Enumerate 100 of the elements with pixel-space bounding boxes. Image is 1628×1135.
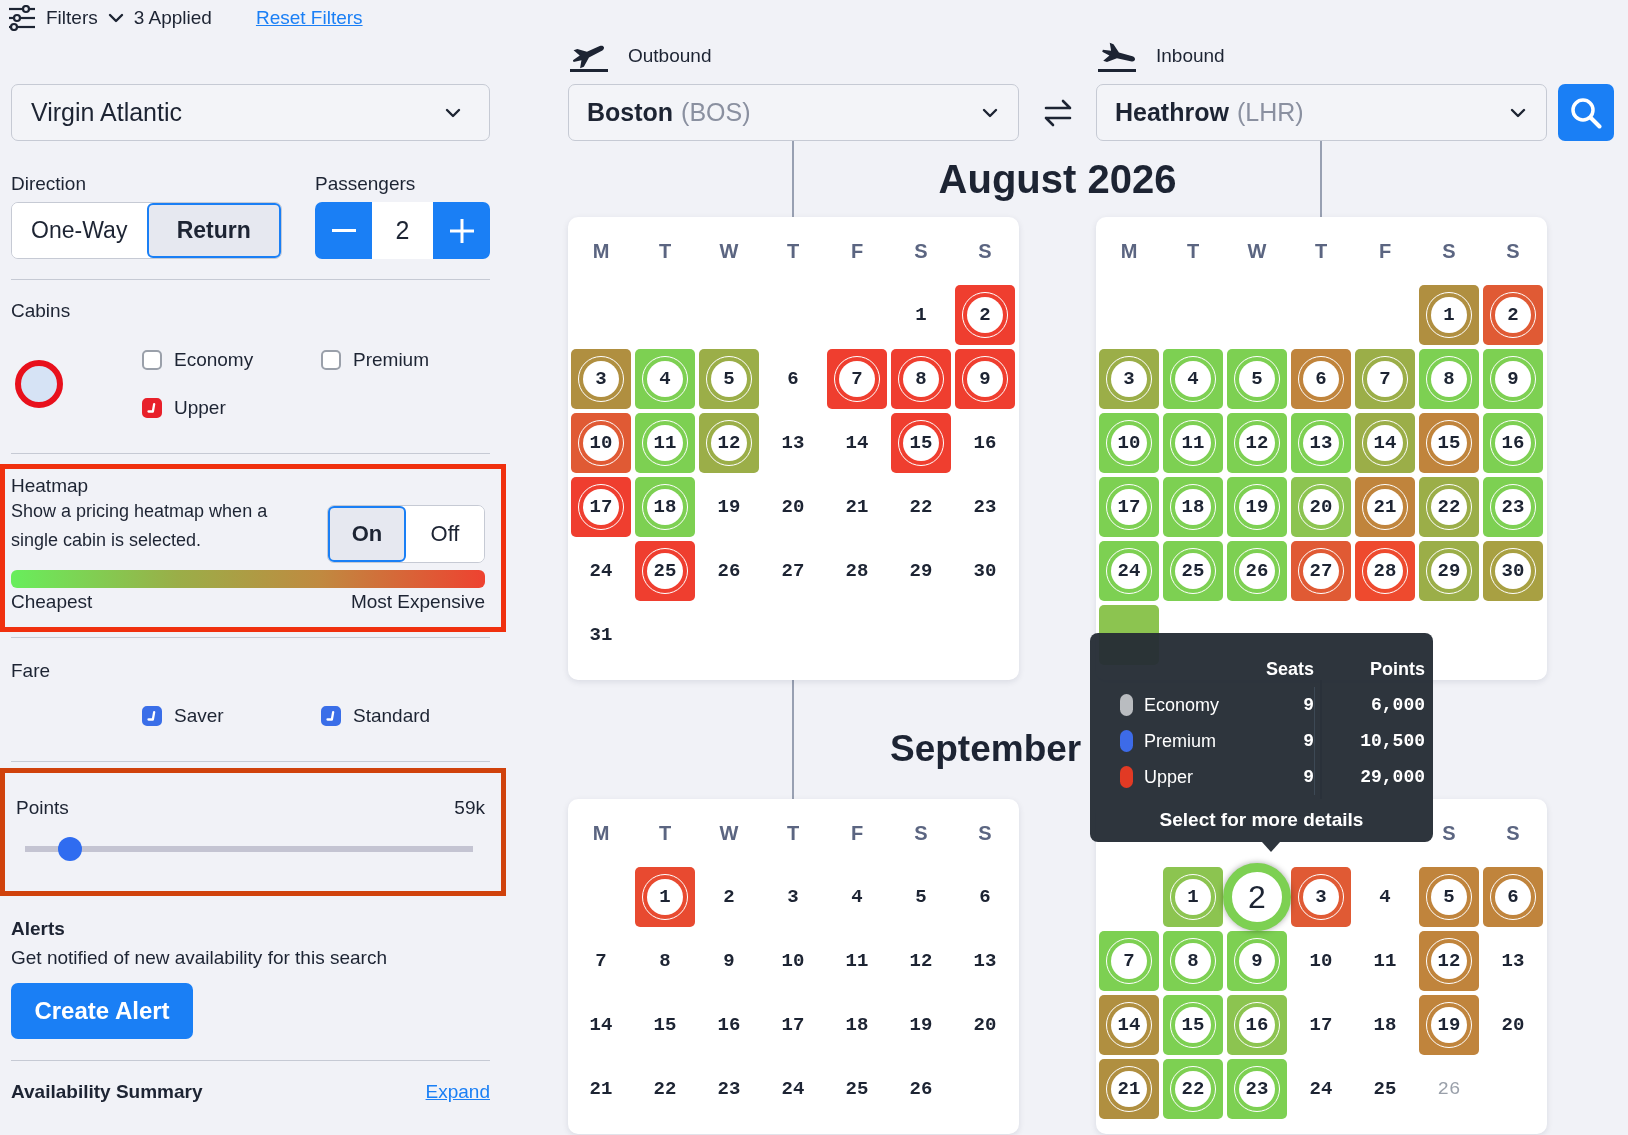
calendar-day[interactable]: 13 (973, 950, 997, 972)
calendar-day[interactable]: 18 (845, 1014, 869, 1036)
calendar-day[interactable]: 2 (723, 886, 735, 908)
calendar-day[interactable]: 30 (973, 560, 997, 582)
calendar-day[interactable]: 28 (1355, 541, 1415, 601)
calendar-day[interactable]: 18 (1163, 477, 1223, 537)
calendar-day[interactable]: 17 (1099, 477, 1159, 537)
checkbox[interactable] (142, 398, 162, 418)
calendar-day[interactable]: 1 (635, 867, 695, 927)
calendar-day[interactable]: 8 (1163, 931, 1223, 991)
calendar-day[interactable]: 12 (909, 950, 933, 972)
calendar-day[interactable]: 14 (589, 1014, 613, 1036)
calendar-day[interactable]: 1 (1419, 285, 1479, 345)
calendar-day[interactable]: 17 (571, 477, 631, 537)
calendar-day[interactable]: 17 (781, 1014, 805, 1036)
calendar-day[interactable]: 23 (717, 1078, 741, 1100)
calendar-day[interactable]: 4 (635, 349, 695, 409)
calendar-day[interactable]: 25 (1373, 1078, 1397, 1100)
calendar-day[interactable]: 3 (1099, 349, 1159, 409)
calendar-day[interactable]: 2 (1483, 285, 1543, 345)
calendar-day[interactable]: 16 (1483, 413, 1543, 473)
calendar-day[interactable]: 17 (1309, 1014, 1333, 1036)
checkbox[interactable] (142, 350, 162, 370)
calendar-day[interactable]: 6 (979, 886, 991, 908)
calendar-day[interactable]: 6 (1483, 867, 1543, 927)
calendar-day[interactable]: 15 (1419, 413, 1479, 473)
calendar-day[interactable]: 16 (973, 432, 997, 454)
airline-dropdown[interactable]: Virgin Atlantic (11, 84, 490, 141)
calendar-day[interactable]: 24 (1309, 1078, 1333, 1100)
calendar-day[interactable]: 26 (1227, 541, 1287, 601)
calendar-day[interactable]: 23 (973, 496, 997, 518)
calendar-day[interactable]: 24 (589, 560, 613, 582)
calendar-day[interactable]: 27 (1291, 541, 1351, 601)
origin-dropdown[interactable]: Boston (BOS) (568, 84, 1019, 141)
calendar-day[interactable]: 15 (1163, 995, 1223, 1055)
calendar-day[interactable]: 7 (827, 349, 887, 409)
calendar-day[interactable]: 11 (845, 950, 869, 972)
calendar-day[interactable]: 12 (1227, 413, 1287, 473)
destination-dropdown[interactable]: Heathrow (LHR) (1096, 84, 1547, 141)
decrement-button[interactable] (315, 202, 372, 259)
calendar-day[interactable]: 24 (1099, 541, 1159, 601)
calendar-day[interactable]: 27 (781, 560, 805, 582)
heatmap-toggle-option[interactable]: On (328, 506, 406, 562)
calendar-day[interactable]: 5 (699, 349, 759, 409)
calendar-day[interactable]: 24 (781, 1078, 805, 1100)
calendar-day[interactable]: 20 (1291, 477, 1351, 537)
increment-button[interactable] (433, 202, 490, 259)
calendar-day[interactable]: 11 (1373, 950, 1397, 972)
calendar-day[interactable]: 25 (845, 1078, 869, 1100)
slider-thumb[interactable] (57, 837, 82, 861)
calendar-day[interactable]: 21 (1355, 477, 1415, 537)
calendar-day[interactable]: 3 (787, 886, 799, 908)
calendar-day[interactable]: 19 (909, 1014, 933, 1036)
calendar-day[interactable]: 18 (1373, 1014, 1397, 1036)
calendar-day[interactable]: 19 (717, 496, 741, 518)
calendar-day[interactable]: 15 (653, 1014, 677, 1036)
filters-label[interactable]: Filters (46, 7, 98, 29)
calendar-day[interactable]: 14 (1355, 413, 1415, 473)
calendar-day[interactable]: 11 (635, 413, 695, 473)
calendar-day[interactable]: 29 (1419, 541, 1479, 601)
calendar-day[interactable]: 9 (955, 349, 1015, 409)
calendar-day[interactable]: 21 (845, 496, 869, 518)
calendar-day[interactable]: 9 (1483, 349, 1543, 409)
calendar-day[interactable]: 23 (1483, 477, 1543, 537)
calendar-day[interactable]: 11 (1163, 413, 1223, 473)
calendar-day[interactable]: 3 (571, 349, 631, 409)
calendar-day[interactable]: 10 (1099, 413, 1159, 473)
calendar-day[interactable]: 4 (1379, 886, 1391, 908)
calendar-day[interactable]: 2 (955, 285, 1015, 345)
calendar-day[interactable]: 18 (635, 477, 695, 537)
checkbox[interactable] (321, 706, 341, 726)
create-alert-button[interactable]: Create Alert (11, 983, 193, 1039)
calendar-day[interactable]: 19 (1227, 477, 1287, 537)
calendar-day[interactable]: 7 (595, 950, 607, 972)
calendar-day[interactable]: 13 (1501, 950, 1525, 972)
calendar-day[interactable]: 30 (1483, 541, 1543, 601)
calendar-day[interactable]: 12 (1419, 931, 1479, 991)
calendar-day[interactable]: 7 (1099, 931, 1159, 991)
checkbox[interactable] (142, 706, 162, 726)
calendar-day[interactable]: 3 (1291, 867, 1351, 927)
calendar-day[interactable]: 22 (1163, 1059, 1223, 1119)
calendar-day[interactable]: 5 (1227, 349, 1287, 409)
calendar-day[interactable]: 1 (915, 304, 927, 326)
calendar-day[interactable]: 20 (973, 1014, 997, 1036)
calendar-day[interactable]: 31 (589, 624, 613, 646)
calendar-day[interactable]: 4 (851, 886, 863, 908)
checkbox[interactable] (321, 350, 341, 370)
calendar-day[interactable]: 16 (1227, 995, 1287, 1055)
calendar-day[interactable]: 6 (1291, 349, 1351, 409)
calendar-day[interactable]: 8 (659, 950, 671, 972)
calendar-day[interactable]: 9 (723, 950, 735, 972)
calendar-day[interactable]: 9 (1227, 931, 1287, 991)
calendar-day[interactable]: 21 (589, 1078, 613, 1100)
calendar-day[interactable]: 22 (909, 496, 933, 518)
calendar-day[interactable]: 19 (1419, 995, 1479, 1055)
calendar-day[interactable]: 14 (845, 432, 869, 454)
calendar-day[interactable]: 1 (1163, 867, 1223, 927)
calendar-day[interactable]: 20 (1501, 1014, 1525, 1036)
calendar-day[interactable]: 22 (653, 1078, 677, 1100)
calendar-day[interactable]: 23 (1227, 1059, 1287, 1119)
